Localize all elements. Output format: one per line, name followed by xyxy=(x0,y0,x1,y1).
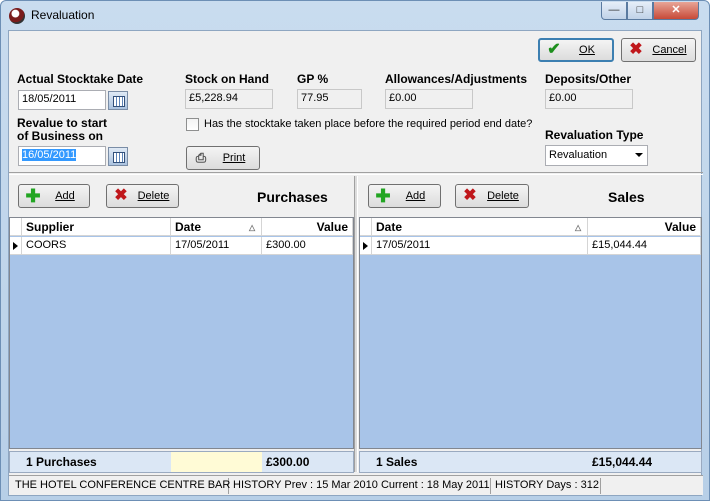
supplier-cell[interactable]: COORS xyxy=(22,237,171,255)
ok-label: OK xyxy=(579,44,595,56)
dialog-client: ✔ OK ✖ Cancel Actual Stocktake Date Stoc… xyxy=(8,30,703,496)
status-location: THE HOTEL CONFERENCE CENTRE BAR xyxy=(11,478,230,494)
sales-add-label: Add xyxy=(405,190,426,202)
purchases-title: Purchases xyxy=(257,189,328,205)
calendar-icon[interactable] xyxy=(108,147,128,166)
status-history: HISTORY Prev : 15 Mar 2010 Current : 18 … xyxy=(229,478,491,494)
sort-icon: △ xyxy=(575,223,582,232)
row-selector-header xyxy=(10,218,22,236)
sales-title: Sales xyxy=(608,189,645,205)
value-cell[interactable]: £15,044.44 xyxy=(588,237,701,255)
plus-icon: ✚ xyxy=(375,186,391,206)
row-selector[interactable] xyxy=(360,237,372,255)
value-column-header[interactable]: Value xyxy=(262,218,353,236)
maximize-button[interactable]: □ xyxy=(627,2,653,20)
period-checkbox[interactable] xyxy=(186,118,199,131)
ok-button[interactable]: ✔ OK xyxy=(538,38,614,62)
close-button[interactable]: ✕ xyxy=(653,2,699,20)
cancel-button[interactable]: ✖ Cancel xyxy=(621,38,696,62)
purchases-delete-label: Delete xyxy=(137,190,170,202)
date-column-label: Date xyxy=(175,220,202,234)
revaluation-type-label: Revaluation Type xyxy=(545,128,644,142)
cancel-label: Cancel xyxy=(652,44,687,56)
value-cell[interactable]: £300.00 xyxy=(262,237,353,255)
row-selector[interactable] xyxy=(10,237,22,255)
stock-on-hand-label: Stock on Hand xyxy=(185,72,270,86)
stocktake-date-field[interactable]: 18/05/2011 xyxy=(18,90,106,110)
sales-add-button[interactable]: ✚ Add xyxy=(368,184,441,208)
date-column-label: Date xyxy=(376,220,403,234)
gp-label: GP % xyxy=(297,72,329,86)
window-title: Revaluation xyxy=(31,8,95,22)
gp-field: 77.95 xyxy=(297,89,362,109)
delete-x-icon: ✖ xyxy=(114,187,128,204)
printer-icon: ⎙ xyxy=(195,150,207,165)
purchases-count: 1 Purchases xyxy=(26,455,97,469)
status-history-days: HISTORY Days : 312 xyxy=(491,478,601,494)
stock-on-hand-field: £5,228.94 xyxy=(185,89,273,109)
delete-x-icon: ✖ xyxy=(463,187,477,204)
calendar-icon[interactable] xyxy=(108,91,128,110)
revalue-label-line2: of Business on xyxy=(17,129,104,143)
purchases-add-label: Add xyxy=(55,190,75,202)
table-row[interactable]: COORS 17/05/2011 £300.00 xyxy=(10,237,353,255)
purchases-delete-button[interactable]: ✖ Delete xyxy=(106,184,179,208)
sales-panel: ✚ Add ✖ Delete Sales Date △ Value 17/05/2… xyxy=(359,176,703,473)
sort-icon: △ xyxy=(249,223,256,232)
date-cell[interactable]: 17/05/2011 xyxy=(171,237,262,255)
minimize-button[interactable]: — xyxy=(601,2,627,20)
allowances-field: £0.00 xyxy=(385,89,473,109)
row-selector-header xyxy=(360,218,372,236)
table-row[interactable]: 17/05/2011 £15,044.44 xyxy=(360,237,701,255)
current-row-icon xyxy=(13,242,18,250)
revaluation-window: Revaluation — □ ✕ ✔ OK ✖ Cancel Actual S… xyxy=(0,0,710,501)
sales-count: 1 Sales xyxy=(376,455,418,469)
status-bar: THE HOTEL CONFERENCE CENTRE BAR HISTORY … xyxy=(9,475,703,495)
date-column-header[interactable]: Date △ xyxy=(171,218,262,236)
purchases-total-blank xyxy=(171,452,262,472)
purchases-total-value: £300.00 xyxy=(266,455,310,469)
value-column-header[interactable]: Value xyxy=(588,218,701,236)
sales-header-row: Date △ Value xyxy=(360,218,701,236)
revalue-date-selected: 16/05/2011 xyxy=(22,149,77,161)
section-divider xyxy=(9,172,703,175)
revaluation-type-select[interactable]: Revaluation xyxy=(545,145,648,166)
sales-delete-label: Delete xyxy=(487,190,519,202)
supplier-column-header[interactable]: Supplier xyxy=(22,218,171,236)
check-icon: ✔ xyxy=(547,41,561,58)
purchases-totals: 1 Purchases £300.00 xyxy=(9,451,354,473)
date-cell[interactable]: 17/05/2011 xyxy=(372,237,588,255)
purchases-add-button[interactable]: ✚ Add xyxy=(18,184,90,208)
date-column-header[interactable]: Date △ xyxy=(372,218,588,236)
sales-delete-button[interactable]: ✖ Delete xyxy=(455,184,529,208)
deposits-field: £0.00 xyxy=(545,89,633,109)
allowances-label: Allowances/Adjustments xyxy=(385,72,528,86)
revaluation-type-value: Revaluation xyxy=(549,149,608,161)
purchases-header-row: Supplier Date △ Value xyxy=(10,218,353,236)
x-icon: ✖ xyxy=(629,41,643,58)
print-button[interactable]: ⎙ Print xyxy=(186,146,260,170)
revalue-date-field[interactable]: 16/05/2011 xyxy=(18,146,106,166)
sales-totals: 1 Sales £15,044.44 xyxy=(359,451,702,473)
title-bar[interactable]: Revaluation — □ ✕ xyxy=(1,1,709,30)
purchases-grid[interactable]: Supplier Date △ Value COORS 17/05/2011 £3… xyxy=(9,217,354,449)
sales-grid[interactable]: Date △ Value 17/05/2011 £15,044.44 xyxy=(359,217,702,449)
plus-icon: ✚ xyxy=(25,186,41,206)
stocktake-date-label: Actual Stocktake Date xyxy=(17,72,144,86)
purchases-panel: ✚ Add ✖ Delete Purchases Supplier Date △ … xyxy=(9,176,354,473)
print-label: Print xyxy=(222,152,246,164)
deposits-label: Deposits/Other xyxy=(545,72,632,86)
panel-splitter[interactable] xyxy=(354,176,358,472)
revalue-label-line1: Revalue to start xyxy=(17,116,108,130)
sales-total-value: £15,044.44 xyxy=(592,455,653,469)
current-row-icon xyxy=(363,242,368,250)
chevron-down-icon xyxy=(635,153,643,157)
period-question-label: Has the stocktake taken place before the… xyxy=(204,118,533,130)
app-icon xyxy=(9,8,25,24)
